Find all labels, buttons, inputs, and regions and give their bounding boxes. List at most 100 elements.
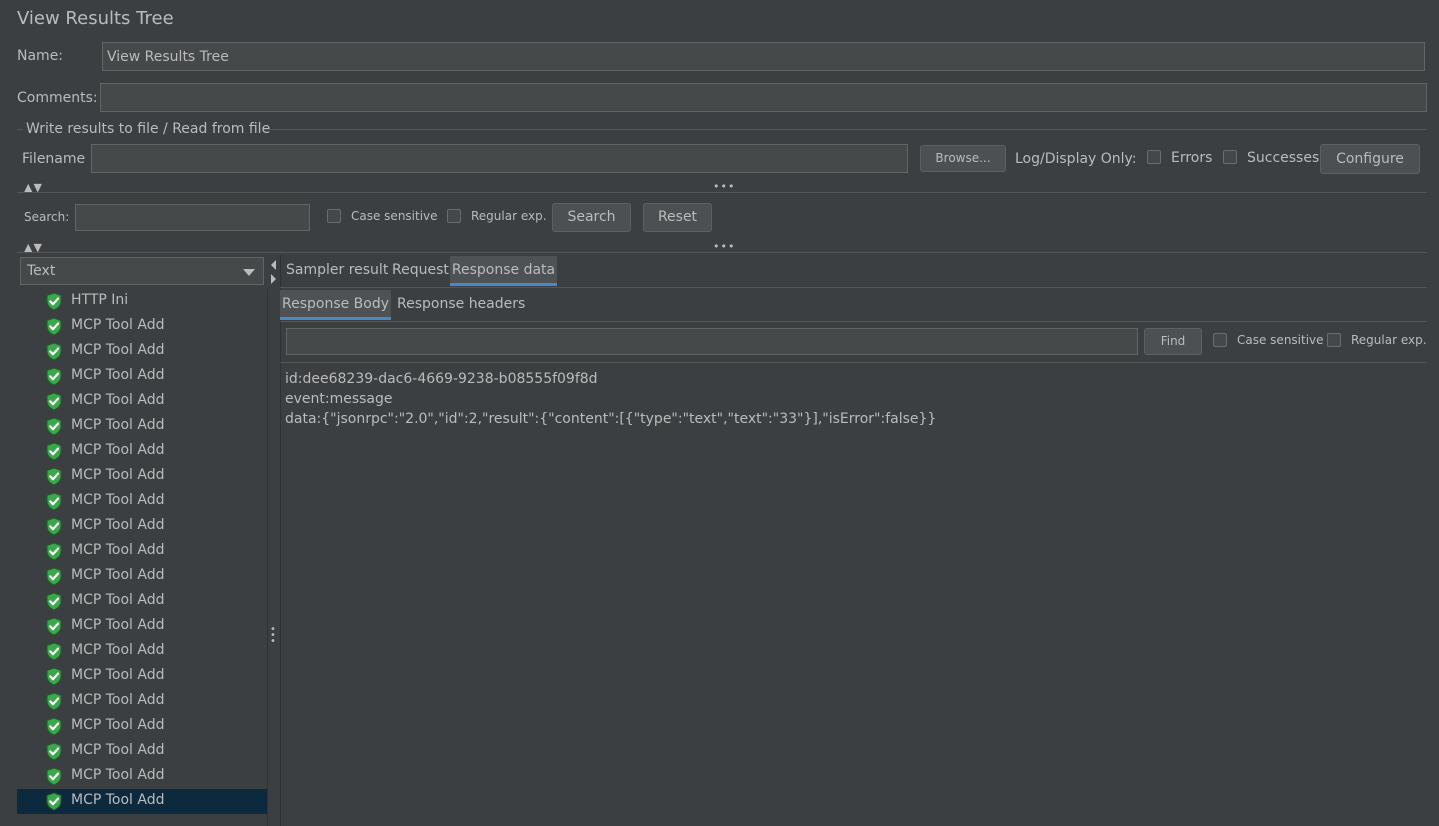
tree-item[interactable]: MCP Tool Add	[17, 564, 267, 589]
find-regular-exp-label: Regular exp.	[1351, 333, 1427, 347]
success-shield-check-icon	[46, 517, 62, 536]
tree-item[interactable]: MCP Tool Add	[17, 464, 267, 489]
tree-item-label: MCP Tool Add	[71, 492, 165, 508]
search-case-sensitive-checkbox[interactable]	[327, 209, 341, 223]
success-shield-check-icon	[46, 742, 62, 761]
splitter-grip-icon-2[interactable]: •••	[713, 240, 735, 253]
success-shield-check-icon	[46, 542, 62, 561]
success-shield-check-icon	[46, 367, 62, 386]
find-input[interactable]	[286, 328, 1138, 355]
tree-item-label: MCP Tool Add	[71, 417, 165, 433]
success-shield-check-icon	[46, 492, 62, 511]
filename-input[interactable]	[91, 144, 908, 173]
tree-item[interactable]: MCP Tool Add	[17, 639, 267, 664]
vertical-splitter[interactable]: • • •	[268, 255, 281, 826]
tree-item[interactable]: MCP Tool Add	[17, 314, 267, 339]
file-group-legend: Write results to file / Read from file	[26, 121, 271, 137]
find-button[interactable]: Find	[1144, 328, 1202, 355]
search-button[interactable]: Search	[552, 203, 631, 232]
tree-item[interactable]: HTTP Ini	[17, 289, 267, 314]
chevron-down-icon	[243, 269, 255, 276]
splitter-grip-icon[interactable]: •••	[713, 180, 735, 193]
tree-item[interactable]: MCP Tool Add	[17, 614, 267, 639]
response-line: id:dee68239-dac6-4669-9238-b08555f09f8d	[285, 371, 598, 387]
tree-item[interactable]: MCP Tool Add	[17, 514, 267, 539]
vertical-grip-icon[interactable]: • • •	[270, 625, 277, 647]
tree-item[interactable]: MCP Tool Add	[17, 439, 267, 464]
response-body[interactable]: id:dee68239-dac6-4669-9238-b08555f09f8d …	[285, 369, 1425, 429]
search-regular-exp-checkbox[interactable]	[447, 209, 461, 223]
tree-item-label: MCP Tool Add	[71, 517, 165, 533]
find-divider	[280, 362, 1427, 363]
search-label: Search:	[24, 210, 70, 224]
success-shield-check-icon	[46, 292, 62, 311]
search-regular-exp-label: Regular exp.	[471, 209, 547, 223]
errors-label: Errors	[1171, 150, 1213, 166]
tree-item-label: MCP Tool Add	[71, 767, 165, 783]
tree-item[interactable]: MCP Tool Add	[17, 339, 267, 364]
tabs-divider	[280, 287, 1427, 288]
success-shield-check-icon	[46, 417, 62, 436]
renderer-select-value: Text	[27, 263, 56, 279]
tab-response-body[interactable]: Response Body	[280, 290, 391, 319]
find-case-sensitive-checkbox[interactable]	[1213, 333, 1227, 347]
group-border-left	[17, 129, 23, 130]
success-shield-check-icon	[46, 442, 62, 461]
tree-item-label: MCP Tool Add	[71, 342, 165, 358]
arrow-left-icon[interactable]	[271, 260, 276, 270]
tree-item-label: MCP Tool Add	[71, 792, 165, 808]
reset-button[interactable]: Reset	[643, 203, 712, 232]
tree-item-label: MCP Tool Add	[71, 642, 165, 658]
tab-request[interactable]: Request	[392, 262, 449, 278]
successes-checkbox[interactable]	[1223, 150, 1237, 164]
tree-item[interactable]: MCP Tool Add	[17, 789, 267, 814]
name-input[interactable]	[102, 42, 1425, 71]
tree-item[interactable]: MCP Tool Add	[17, 489, 267, 514]
group-border-right	[263, 129, 1427, 130]
comments-input[interactable]	[100, 83, 1427, 112]
success-shield-check-icon	[46, 767, 62, 786]
tree-item[interactable]: MCP Tool Add	[17, 389, 267, 414]
tree-item[interactable]: MCP Tool Add	[17, 589, 267, 614]
success-shield-check-icon	[46, 467, 62, 486]
comments-label: Comments:	[17, 90, 98, 106]
tree-item[interactable]: MCP Tool Add	[17, 664, 267, 689]
tree-item-label: MCP Tool Add	[71, 692, 165, 708]
tree-item-label: MCP Tool Add	[71, 542, 165, 558]
tree-item-label: MCP Tool Add	[71, 742, 165, 758]
response-line: event:message	[285, 391, 393, 407]
tree-item[interactable]: MCP Tool Add	[17, 689, 267, 714]
tree-item-label: MCP Tool Add	[71, 467, 165, 483]
renderer-select[interactable]: Text	[20, 257, 264, 285]
name-label: Name:	[17, 48, 64, 64]
tree-item[interactable]: MCP Tool Add	[17, 739, 267, 764]
tree-item-label: MCP Tool Add	[71, 617, 165, 633]
tree-item-label: MCP Tool Add	[71, 592, 165, 608]
tab-sampler-result[interactable]: Sampler result	[286, 262, 388, 278]
configure-button[interactable]: Configure	[1320, 144, 1420, 174]
tree-item[interactable]: MCP Tool Add	[17, 764, 267, 789]
search-input[interactable]	[75, 204, 310, 231]
tree-item[interactable]: MCP Tool Add	[17, 539, 267, 564]
log-display-label: Log/Display Only:	[1015, 151, 1137, 167]
arrow-right-icon[interactable]	[271, 274, 276, 284]
tree-item[interactable]: MCP Tool Add	[17, 364, 267, 389]
errors-checkbox[interactable]	[1147, 150, 1161, 164]
tree-item-label: MCP Tool Add	[71, 567, 165, 583]
tree-item-label: MCP Tool Add	[71, 317, 165, 333]
subtabs-divider	[280, 321, 1427, 322]
tree-item[interactable]: MCP Tool Add	[17, 414, 267, 439]
tree-item[interactable]: MCP Tool Add	[17, 714, 267, 739]
success-shield-check-icon	[46, 392, 62, 411]
tab-response-headers[interactable]: Response headers	[397, 296, 525, 312]
success-shield-check-icon	[46, 567, 62, 586]
tree-item-label: MCP Tool Add	[71, 367, 165, 383]
success-shield-check-icon	[46, 317, 62, 336]
tree-item-label: HTTP Ini	[71, 292, 129, 308]
browse-button[interactable]: Browse...	[920, 145, 1006, 172]
success-shield-check-icon	[46, 692, 62, 711]
success-shield-check-icon	[46, 717, 62, 736]
tree-item-label: MCP Tool Add	[71, 442, 165, 458]
find-regular-exp-checkbox[interactable]	[1327, 333, 1341, 347]
tab-response-data[interactable]: Response data	[450, 256, 557, 286]
